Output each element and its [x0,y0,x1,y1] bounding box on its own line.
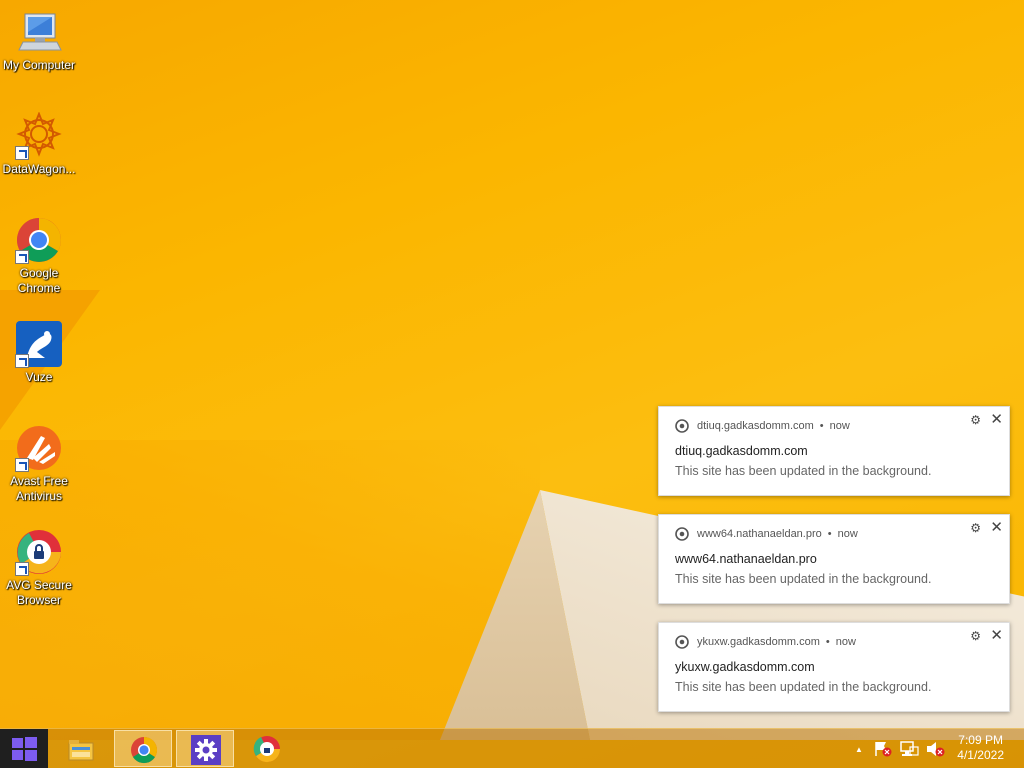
desktop-icon-label: DataWagon... [2,162,76,176]
notification-settings-gear-icon[interactable]: ⚙ [970,629,981,643]
desktop-icon-label: AVG Secure Browser [6,578,72,607]
taskbar-file-explorer[interactable] [52,730,110,767]
datawagon-icon [15,111,63,160]
notification-close-icon[interactable]: ✕ [990,518,1003,536]
action-center-flag-icon[interactable] [872,740,894,758]
notification-time: now [829,420,850,432]
notification-toast[interactable]: dtiuq.gadkasdomm.com • now dtiuq.gadkasd… [658,406,1010,496]
notification-close-icon[interactable]: ✕ [990,410,1003,428]
notification-body: This site has been updated in the backgr… [675,572,932,586]
desktop-icon-google-chrome[interactable]: Google Chrome [0,216,78,296]
taskbar: ▲ 7:09 PM 4/1/2022 [0,728,1024,768]
vuze-frog-icon [15,320,63,368]
notification-site: dtiuq.gadkasdomm.com [697,420,814,432]
shortcut-arrow-icon [15,458,29,472]
avast-icon [15,424,63,472]
taskbar-chrome[interactable] [114,730,172,767]
shortcut-arrow-icon [15,146,29,160]
start-button[interactable] [0,729,48,768]
notification-time: now [835,636,856,648]
separator-dot: • [819,420,824,432]
settings-gear-icon [191,735,221,765]
taskbar-avg-browser[interactable] [238,730,296,767]
notification-title: ykuxw.gadkasdomm.com [675,660,815,674]
chrome-icon [15,216,63,264]
notification-header: www64.nathanaeldan.pro • now [675,527,858,541]
network-icon[interactable] [898,740,920,758]
desktop-icon-avg-secure-browser[interactable]: AVG Secure Browser [0,528,78,608]
notification-header: ykuxw.gadkasdomm.com • now [675,635,856,649]
chrome-icon [131,736,158,764]
shortcut-arrow-icon [15,354,29,368]
avg-browser-icon [15,528,63,576]
computer-icon [15,8,63,56]
volume-muted-icon[interactable] [924,740,946,758]
taskbar-clock[interactable]: 7:09 PM 4/1/2022 [957,733,1004,763]
shortcut-arrow-icon [15,250,29,264]
desktop-icon-label: Avast Free Antivirus [10,474,68,503]
notification-body: This site has been updated in the backgr… [675,464,932,478]
separator-dot: • [827,528,832,540]
desktop-icon-label: My Computer [2,58,76,72]
clock-date: 4/1/2022 [957,748,1004,762]
avg-browser-icon [253,736,281,763]
notification-settings-gear-icon[interactable]: ⚙ [970,521,981,535]
clock-time: 7:09 PM [958,733,1003,747]
separator-dot: • [825,636,830,648]
desktop-icon-label: Google Chrome [17,266,61,295]
notification-body: This site has been updated in the backgr… [675,680,932,694]
chrome-mini-icon [675,419,689,433]
file-explorer-icon [68,740,94,761]
notification-toast[interactable]: ykuxw.gadkasdomm.com • now ykuxw.gadkasd… [658,622,1010,712]
notification-title: www64.nathanaeldan.pro [675,552,817,566]
desktop-icon-datawagon[interactable]: DataWagon... [0,111,78,177]
desktop-icon-vuze[interactable]: Vuze [0,320,78,385]
show-hidden-icons-chevron-icon[interactable]: ▲ [850,745,868,754]
chrome-mini-icon [675,635,689,649]
notification-header: dtiuq.gadkasdomm.com • now [675,419,850,433]
taskbar-settings[interactable] [176,730,234,767]
notification-time: now [837,528,858,540]
chrome-mini-icon [675,527,689,541]
notification-site: ykuxw.gadkasdomm.com [697,636,820,648]
desktop-icon-avast[interactable]: Avast Free Antivirus [0,424,78,504]
system-tray: ▲ [850,729,946,768]
notification-site: www64.nathanaeldan.pro [697,528,822,540]
desktop-icon-label: Vuze [25,370,53,384]
windows-logo-icon [12,737,37,761]
desktop-icon-my-computer[interactable]: My Computer [0,8,78,73]
notification-close-icon[interactable]: ✕ [990,626,1003,644]
notification-settings-gear-icon[interactable]: ⚙ [970,413,981,427]
shortcut-arrow-icon [15,562,29,576]
notification-toast[interactable]: www64.nathanaeldan.pro • now www64.natha… [658,514,1010,604]
notification-title: dtiuq.gadkasdomm.com [675,444,808,458]
